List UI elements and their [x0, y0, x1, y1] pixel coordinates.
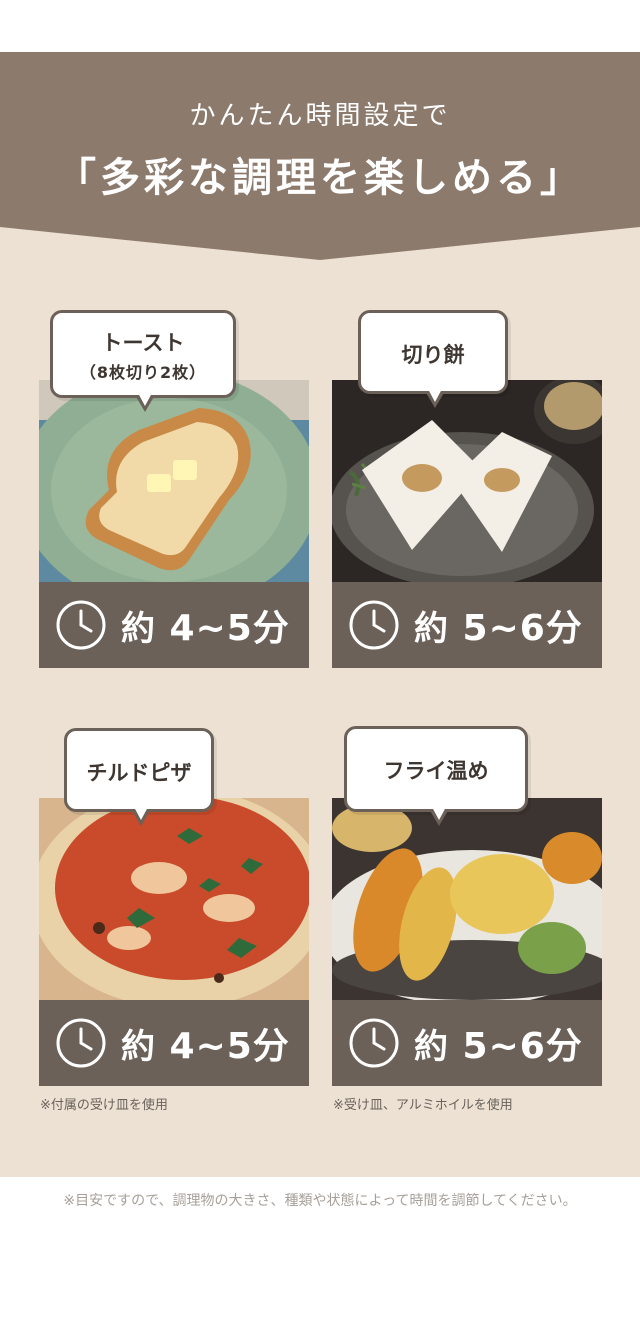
fry-note: ※受け皿、アルミホイルを使用 [333, 1098, 513, 1113]
clock-icon [56, 600, 106, 650]
card-fry: 約 5~6分 [332, 798, 602, 1086]
time-bar: 約 4~5分 [39, 1000, 309, 1086]
card-pizza: 約 4~5分 [39, 798, 309, 1086]
clock-icon [349, 600, 399, 650]
bubble-pizza: チルドピザ [64, 728, 214, 826]
time-label: 約 4~5分 [121, 1026, 290, 1067]
card-toast: 約 4~5分 [39, 380, 309, 668]
time-label: 約 5~6分 [414, 608, 583, 649]
bubble-toast: トースト （8枚切り2枚） [50, 310, 236, 412]
bubble-mochi: 切り餅 [358, 310, 508, 408]
item-label: トースト [101, 331, 185, 355]
clock-icon [349, 1018, 399, 1068]
item-sublabel: （8枚切り2枚） [79, 363, 207, 382]
item-label: 切り餅 [401, 343, 465, 367]
item-label: フライ温め [383, 759, 489, 783]
footer-note: ※目安ですので、調理物の大きさ、種類や状態によって時間を調節してください。 [63, 1193, 577, 1209]
item-label: チルドピザ [86, 761, 192, 785]
toast-photo [39, 380, 309, 582]
time-bar: 約 4~5分 [39, 582, 309, 668]
card-mochi: 約 5~6分 [332, 380, 602, 668]
time-label: 約 5~6分 [414, 1026, 583, 1067]
mochi-photo [332, 380, 602, 582]
time-bar: 約 5~6分 [332, 1000, 602, 1086]
pizza-photo [39, 798, 309, 1000]
clock-icon [56, 1018, 106, 1068]
header-title: 「多彩な調理を楽しめる」 [56, 155, 584, 201]
pizza-note: ※付属の受け皿を使用 [40, 1098, 168, 1113]
header-subtitle: かんたん時間設定で [189, 101, 451, 131]
time-label: 約 4~5分 [121, 608, 290, 649]
bubble-fry: フライ温め [344, 726, 528, 826]
fry-photo [332, 798, 602, 1000]
time-bar: 約 5~6分 [332, 582, 602, 668]
